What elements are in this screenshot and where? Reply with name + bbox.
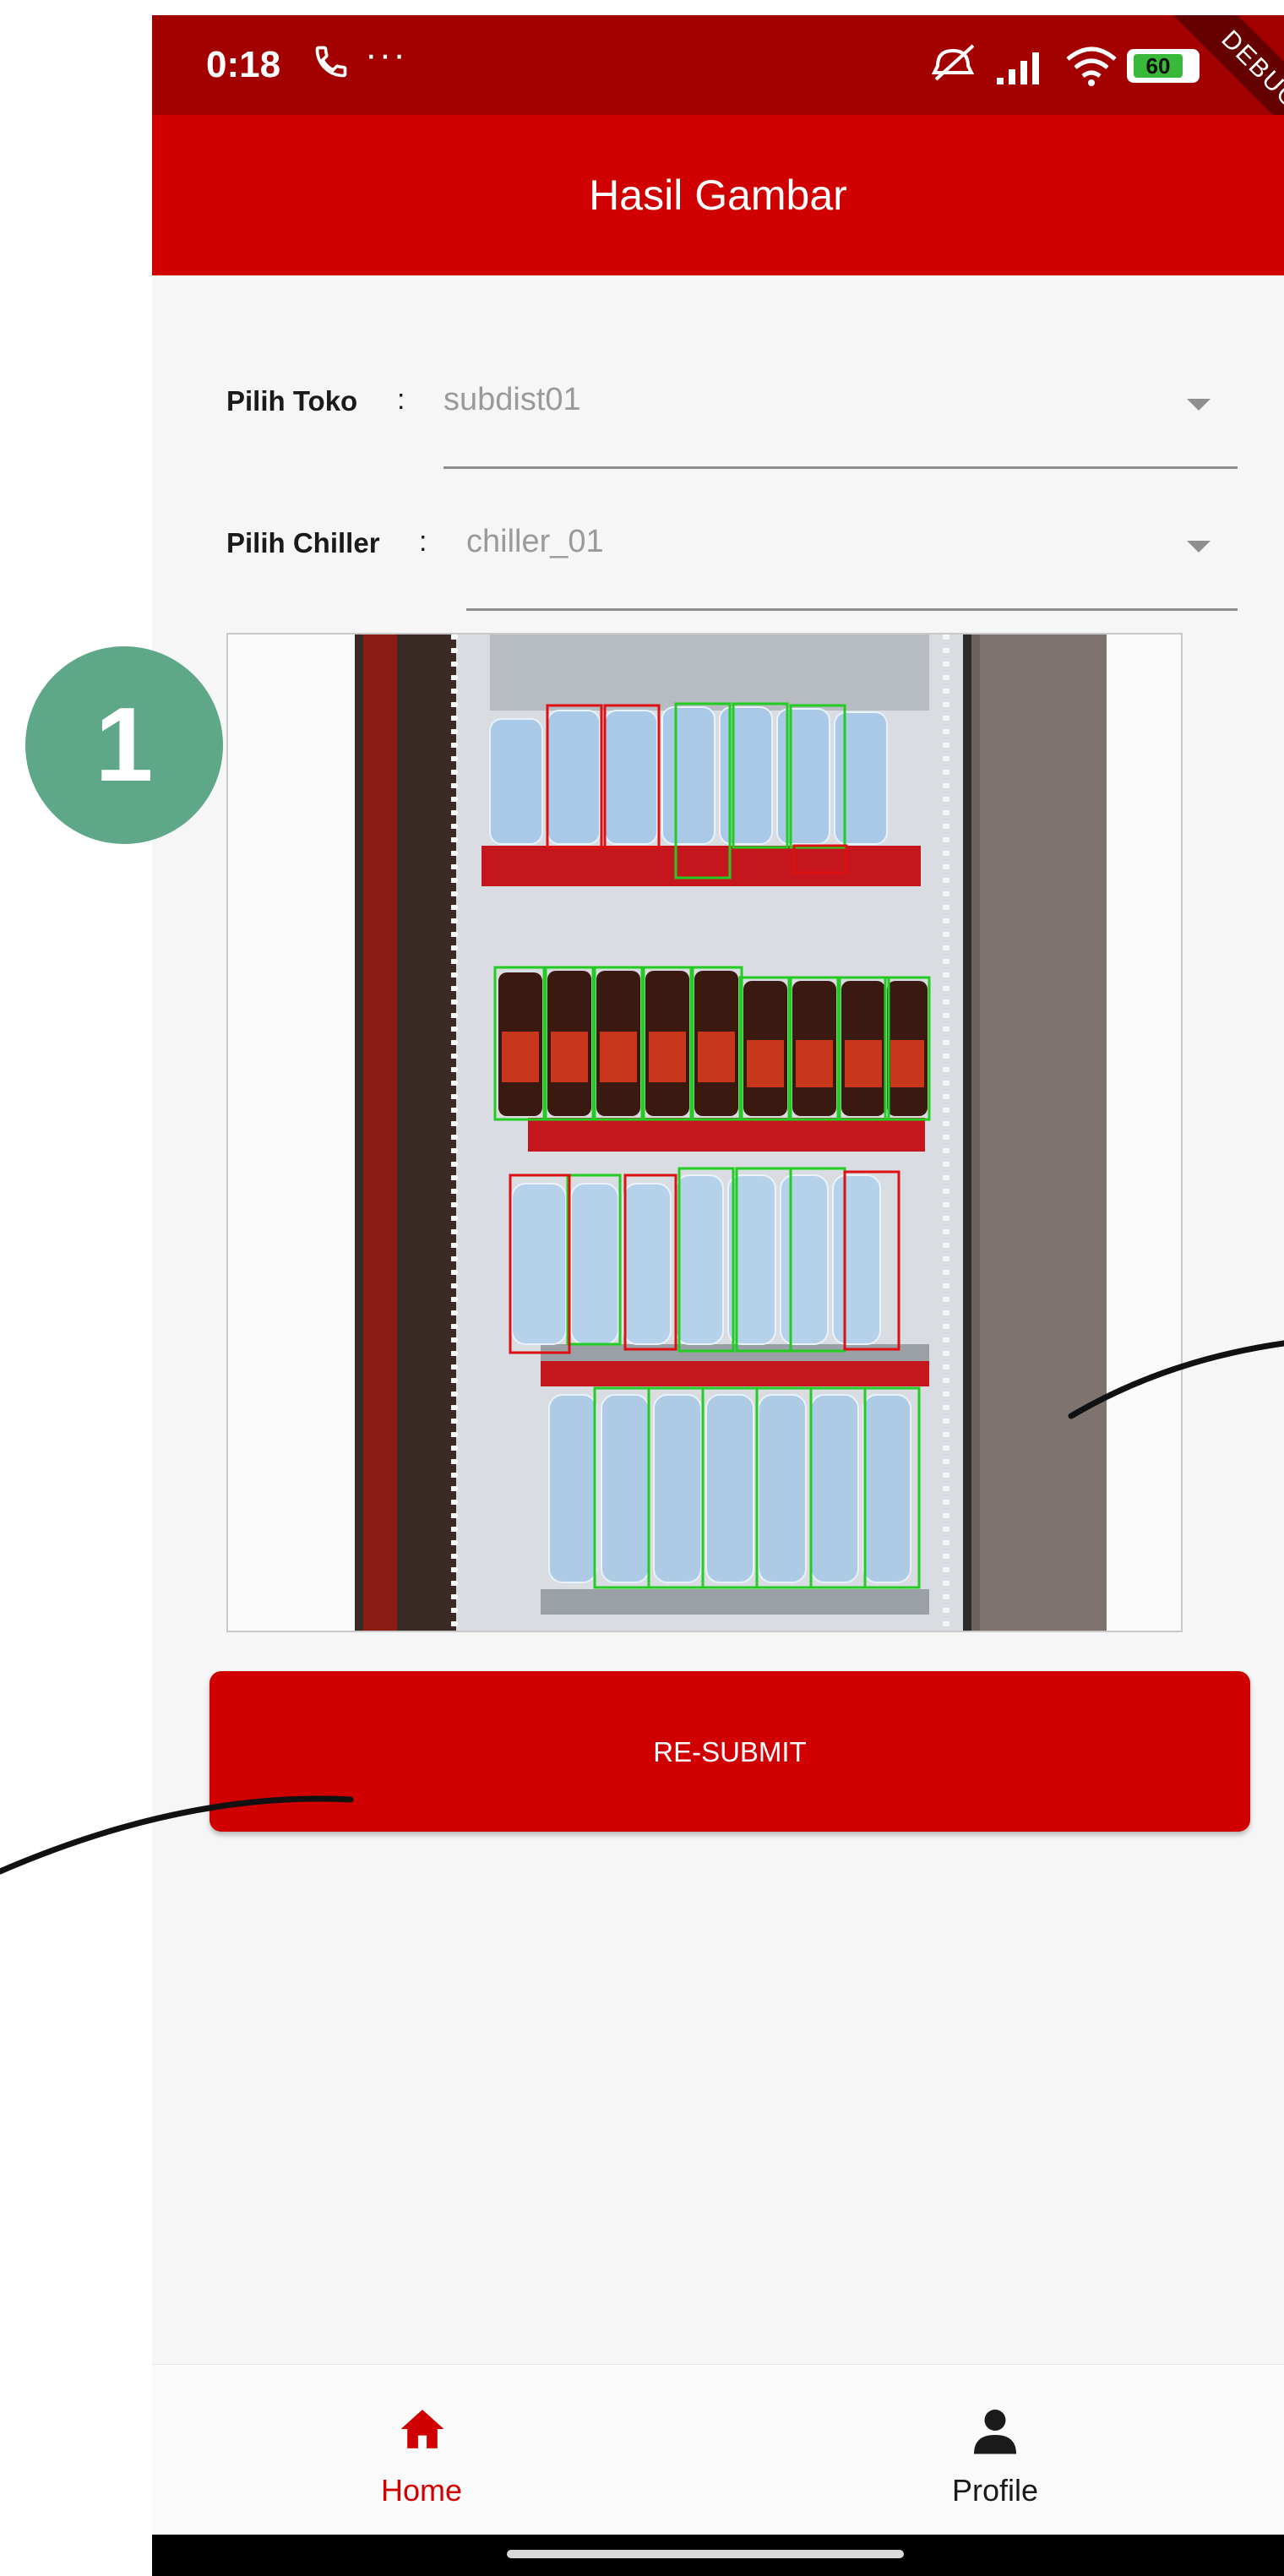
annotation-curves bbox=[0, 1340, 1284, 1875]
